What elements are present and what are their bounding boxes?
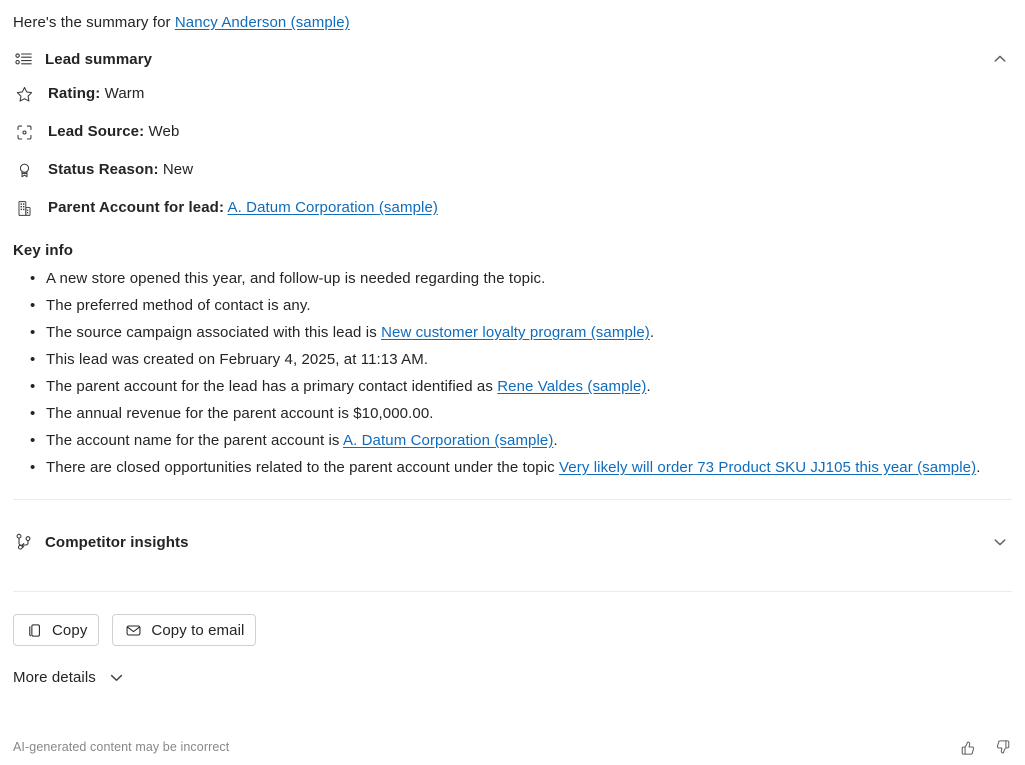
attribute-value-rating: Warm xyxy=(104,85,145,102)
attribute-value-status-reason: New xyxy=(162,161,194,178)
building-icon xyxy=(13,197,35,219)
primary-contact-link[interactable]: Rene Valdes (sample) xyxy=(497,378,646,395)
attribute-label-parent-account: Parent Account for lead: xyxy=(48,199,225,216)
more-details-toggle[interactable]: More details xyxy=(13,668,126,686)
attribute-row-lead-source: Lead Source: Web xyxy=(13,117,1012,155)
list-item: The account name for the parent account … xyxy=(30,427,1012,454)
more-details-label: More details xyxy=(13,668,96,686)
list-item-text: A new store opened this year, and follow… xyxy=(46,270,546,287)
key-info-list: A new store opened this year, and follow… xyxy=(13,265,1012,481)
ribbon-icon xyxy=(13,159,35,181)
key-info-heading: Key info xyxy=(13,242,73,259)
feedback-controls xyxy=(958,737,1012,757)
ai-disclaimer: AI-generated content may be incorrect xyxy=(13,740,230,754)
list-item-text: There are closed opportunities related t… xyxy=(46,459,560,476)
chevron-down-icon[interactable] xyxy=(108,668,126,686)
lead-attributes: Rating: Warm Lead Source: Web Status Rea… xyxy=(13,79,1012,231)
lead-summary-section-header[interactable]: Lead summary xyxy=(13,45,1012,73)
copy-button-label: Copy xyxy=(52,621,88,639)
action-buttons: Copy Copy to email xyxy=(13,614,1012,646)
parent-account-link[interactable]: A. Datum Corporation (sample) xyxy=(228,199,438,216)
thumbs-up-icon[interactable] xyxy=(958,737,978,757)
opportunity-topic-link[interactable]: Very likely will order 73 Product SKU JJ… xyxy=(559,459,976,476)
mail-icon xyxy=(124,621,142,639)
account-name-link[interactable]: A. Datum Corporation (sample) xyxy=(343,432,553,449)
thumbs-down-icon[interactable] xyxy=(992,737,1012,757)
star-icon xyxy=(13,83,35,105)
list-item-text-post: . xyxy=(976,459,981,476)
copy-button[interactable]: Copy xyxy=(13,614,100,646)
bulleted-list-icon xyxy=(13,48,35,70)
attribute-label-rating: Rating: xyxy=(48,85,101,102)
list-item-text-post: . xyxy=(553,432,558,449)
divider-bottom xyxy=(13,591,1012,592)
attribute-row-rating: Rating: Warm xyxy=(13,79,1012,117)
list-item-text: The preferred method of contact is any. xyxy=(46,297,311,314)
list-item: The parent account for the lead has a pr… xyxy=(30,373,1012,400)
branch-fork-icon xyxy=(13,531,35,553)
competitor-insights-section: Competitor insights xyxy=(13,500,1012,556)
copy-to-email-button-label: Copy to email xyxy=(151,621,245,639)
lead-name-link[interactable]: Nancy Anderson (sample) xyxy=(175,14,350,31)
card-footer: AI-generated content may be incorrect xyxy=(13,737,1012,757)
list-item: This lead was created on February 4, 202… xyxy=(30,346,1012,373)
list-item: A new store opened this year, and follow… xyxy=(30,265,1012,292)
competitor-insights-title: Competitor insights xyxy=(45,533,189,551)
scan-icon xyxy=(13,121,35,143)
attribute-label-status-reason: Status Reason: xyxy=(48,161,159,178)
list-item-text: This lead was created on February 4, 202… xyxy=(46,351,429,368)
attribute-row-status-reason: Status Reason: New xyxy=(13,155,1012,193)
copilot-summary-card: Here's the summary for Nancy Anderson (s… xyxy=(0,0,1025,765)
intro-prefix: Here's the summary for xyxy=(13,14,175,31)
list-item-text-post: . xyxy=(646,378,651,395)
attribute-value-lead-source: Web xyxy=(148,123,180,140)
lead-summary-title: Lead summary xyxy=(45,50,153,68)
chevron-down-icon[interactable] xyxy=(988,530,1012,554)
list-item-text: The source campaign associated with this… xyxy=(46,324,382,341)
competitor-insights-section-header[interactable]: Competitor insights xyxy=(13,528,1012,556)
copy-icon xyxy=(25,621,43,639)
list-item-text: The account name for the parent account … xyxy=(46,432,343,449)
source-campaign-link[interactable]: New customer loyalty program (sample) xyxy=(381,324,650,341)
list-item-text: The parent account for the lead has a pr… xyxy=(46,378,498,395)
chevron-up-icon[interactable] xyxy=(988,47,1012,71)
list-item-text-post: . xyxy=(649,324,655,341)
attribute-row-parent-account: Parent Account for lead: A. Datum Corpor… xyxy=(13,193,1012,231)
list-item: The annual revenue for the parent accoun… xyxy=(30,400,1012,427)
copy-to-email-button[interactable]: Copy to email xyxy=(112,614,257,646)
list-item: The source campaign associated with this… xyxy=(30,319,1012,346)
attribute-label-lead-source: Lead Source: xyxy=(48,123,145,140)
intro-line: Here's the summary for Nancy Anderson (s… xyxy=(13,0,1012,34)
list-item: There are closed opportunities related t… xyxy=(30,454,1012,481)
list-item: The preferred method of contact is any. xyxy=(30,292,1012,319)
list-item-text: The annual revenue for the parent accoun… xyxy=(46,405,434,422)
